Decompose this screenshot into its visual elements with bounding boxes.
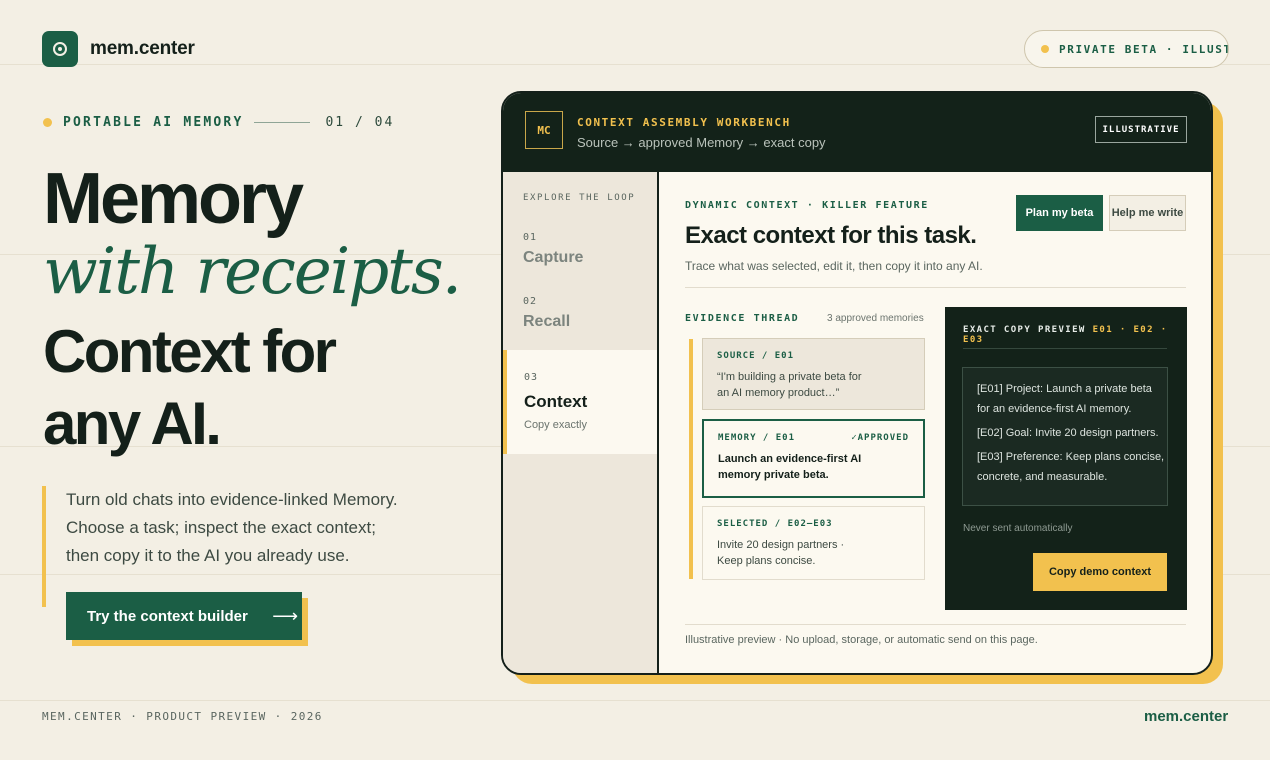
headline-line-4: any AI. bbox=[43, 390, 222, 457]
eyebrow-divider bbox=[254, 122, 311, 123]
context-workbench: MC CONTEXT ASSEMBLY WORKBENCH Source → a… bbox=[501, 91, 1213, 675]
preview-line: [E02] Goal: Invite 20 design partners. bbox=[977, 427, 1159, 439]
preview-text-box: [E01] Project: Launch a private beta for … bbox=[962, 367, 1168, 506]
evidence-thread-label: EVIDENCE THREAD bbox=[685, 313, 800, 324]
beta-pill-text: PRIVATE BETA · ILLUSTRATIVE bbox=[1059, 42, 1229, 56]
divider bbox=[685, 624, 1186, 625]
preview-line: [E03] Preference: Keep plans concise, con… bbox=[977, 451, 1165, 483]
hero-lead: Turn old chats into evidence-linked Memo… bbox=[42, 486, 398, 607]
target-dot-icon bbox=[42, 31, 78, 67]
sidebar-heading: EXPLORE THE LOOP bbox=[523, 193, 636, 203]
private-beta-pill: PRIVATE BETA · ILLUSTRATIVE bbox=[1024, 30, 1229, 68]
eyebrow-text: PORTABLE AI MEMORY bbox=[63, 115, 244, 130]
footer-brand-link[interactable]: mem.center bbox=[1144, 708, 1228, 725]
selected-card[interactable]: SELECTED / E02–E03 Invite 20 design part… bbox=[702, 506, 925, 580]
card-body: Launch an evidence-first AI memory priva… bbox=[718, 453, 862, 481]
loop-sidebar: EXPLORE THE LOOP 01 Capture 02 Recall 03… bbox=[503, 172, 659, 673]
step-name: Capture bbox=[523, 249, 584, 266]
cta-wrapper: Try the context builder ⟶ bbox=[66, 592, 308, 646]
brand[interactable]: mem.center bbox=[42, 31, 195, 67]
memory-card[interactable]: MEMORY / E01 ✓APPROVED Launch an evidenc… bbox=[702, 419, 925, 498]
main-title: Exact context for this task. bbox=[685, 222, 977, 249]
divider bbox=[963, 348, 1167, 349]
plan-my-beta-button[interactable]: Plan my beta bbox=[1016, 195, 1103, 231]
step-name: Recall bbox=[523, 313, 571, 330]
status-dot-icon bbox=[1041, 45, 1049, 53]
evidence-thread-bar bbox=[689, 339, 693, 579]
mc-badge: MC bbox=[525, 111, 563, 149]
workbench-subtitle: Source → approved Memory → exact copy bbox=[577, 135, 826, 150]
lead-line: Turn old chats into evidence-linked Memo… bbox=[66, 490, 398, 509]
footer-left: MEM.CENTER · PRODUCT PREVIEW · 2026 bbox=[42, 710, 323, 723]
help-me-write-button[interactable]: Help me write bbox=[1109, 195, 1186, 231]
arrow-right-icon: ⟶ bbox=[272, 605, 298, 626]
illustrative-badge: ILLUSTRATIVE bbox=[1095, 116, 1187, 143]
evidence-count: 3 approved memories bbox=[827, 313, 924, 324]
preview-heading: EXACT COPY PREVIEW E01 · E02 · E03 bbox=[963, 325, 1168, 345]
workbench-header: MC CONTEXT ASSEMBLY WORKBENCH Source → a… bbox=[503, 93, 1211, 172]
divider bbox=[685, 287, 1186, 288]
step-number: 01 bbox=[523, 232, 538, 243]
eyebrow-dot-icon bbox=[43, 118, 52, 127]
hero-eyebrow: PORTABLE AI MEMORY 01 / 04 bbox=[43, 115, 394, 130]
brand-name: mem.center bbox=[90, 38, 195, 59]
section-label: DYNAMIC CONTEXT · KILLER FEATURE bbox=[685, 200, 929, 211]
headline-line-1: Memory bbox=[43, 159, 304, 239]
workbench-main: DYNAMIC CONTEXT · KILLER FEATURE Exact c… bbox=[661, 172, 1211, 673]
slide-counter: 01 / 04 bbox=[325, 115, 395, 130]
workbench-footnote: Illustrative preview · No upload, storag… bbox=[685, 634, 1038, 646]
card-tag: SOURCE / E01 bbox=[717, 351, 795, 361]
step-number: 03 bbox=[524, 372, 539, 383]
headline-line-3: Context for bbox=[43, 318, 337, 385]
cta-label: Try the context builder bbox=[87, 607, 248, 625]
exact-copy-preview: EXACT COPY PREVIEW E01 · E02 · E03 [E01]… bbox=[945, 307, 1187, 610]
source-card[interactable]: SOURCE / E01 “I'm building a private bet… bbox=[702, 338, 925, 410]
main-subtitle: Trace what was selected, edit it, then c… bbox=[685, 259, 983, 273]
lead-line: then copy it to the AI you already use. bbox=[66, 546, 350, 565]
step-number: 02 bbox=[523, 296, 538, 307]
copy-demo-context-button[interactable]: Copy demo context bbox=[1033, 553, 1167, 591]
card-body: Invite 20 design partners · Keep plans c… bbox=[717, 539, 845, 567]
headline-line-2: with receipts. bbox=[43, 235, 462, 309]
sidebar-item-capture[interactable]: 01 Capture bbox=[503, 232, 657, 267]
card-tag: MEMORY / E01 ✓APPROVED bbox=[718, 433, 909, 443]
preview-line: [E01] Project: Launch a private beta for … bbox=[977, 383, 1152, 415]
workbench-title: CONTEXT ASSEMBLY WORKBENCH bbox=[577, 116, 791, 129]
card-tag: SELECTED / E02–E03 bbox=[717, 519, 833, 529]
bg-rule bbox=[0, 700, 1270, 701]
sidebar-item-recall[interactable]: 02 Recall bbox=[503, 296, 657, 331]
step-name: Context bbox=[524, 392, 588, 411]
sidebar-item-context[interactable]: 03 Context Copy exactly bbox=[503, 350, 657, 454]
approved-badge: ✓APPROVED bbox=[851, 433, 909, 443]
try-context-builder-button[interactable]: Try the context builder ⟶ bbox=[66, 592, 302, 640]
preview-note: Never sent automatically bbox=[963, 523, 1073, 534]
step-description: Copy exactly bbox=[524, 419, 587, 431]
card-body: “I'm building a private beta for an AI m… bbox=[717, 371, 862, 399]
lead-line: Choose a task; inspect the exact context… bbox=[66, 518, 376, 537]
